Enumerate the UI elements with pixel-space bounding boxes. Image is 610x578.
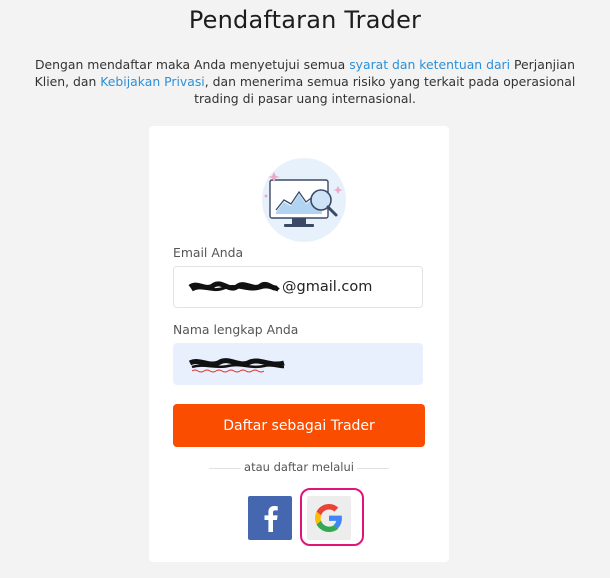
terms-link[interactable]: syarat dan ketentuan dari [349,57,510,72]
redaction-scribble [188,281,280,292]
full-name-field[interactable] [173,343,423,385]
email-value: @gmail.com [282,279,373,295]
chart-monitor-illustration [262,158,346,242]
terms-intro: Dengan mendaftar maka Anda menyetujui se… [30,56,580,107]
divider-line-right [357,468,389,469]
alt-signup-text: atau daftar melalui [244,460,354,474]
signup-card: Email Anda @gmail.com Nama lengkap Anda … [149,126,449,562]
google-icon [315,504,342,532]
redaction-scribble [188,358,285,373]
facebook-icon [264,506,278,532]
page-title: Pendaftaran Trader [188,6,422,34]
email-field[interactable]: @gmail.com [173,266,423,308]
name-label: Nama lengkap Anda [173,322,299,337]
facebook-signup-button[interactable] [248,496,292,540]
google-signup-button[interactable] [307,496,351,540]
intro-text-3: , dan menerima semua risiko yang terkait… [194,74,576,106]
privacy-link[interactable]: Kebijakan Privasi [100,74,204,89]
email-label: Email Anda [173,245,244,260]
register-trader-button[interactable]: Daftar sebagai Trader [173,404,425,447]
alt-signup-divider: atau daftar melalui [209,458,389,478]
intro-text-1: Dengan mendaftar maka Anda menyetujui se… [34,57,350,72]
